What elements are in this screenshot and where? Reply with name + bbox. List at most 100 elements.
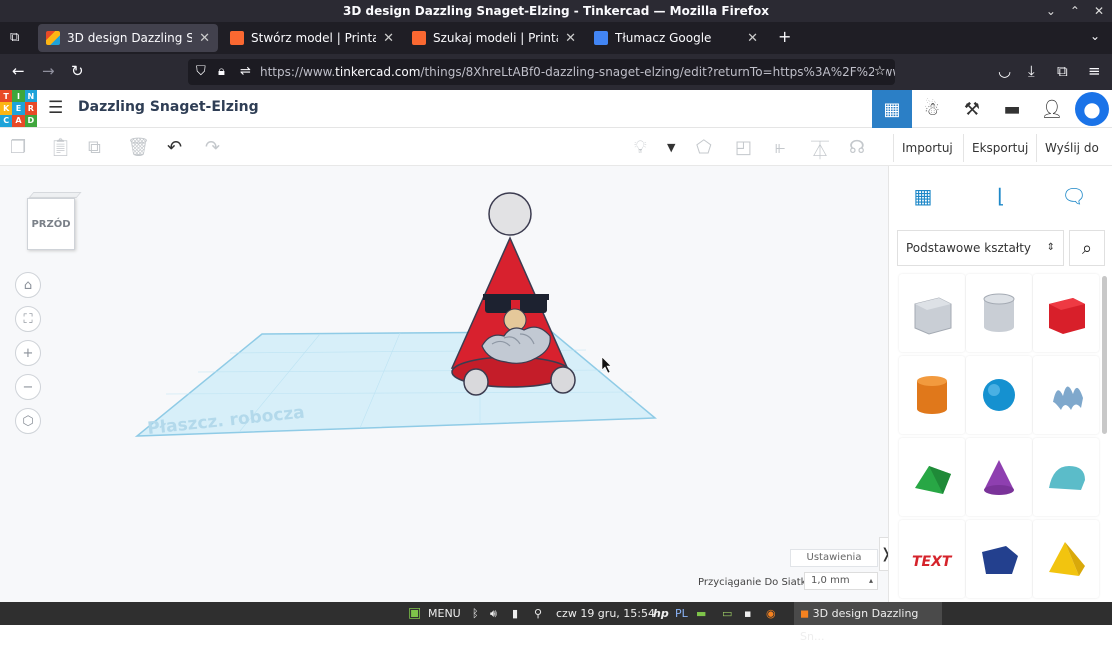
bookmark-star-icon[interactable]: ☆ bbox=[874, 59, 886, 85]
avatar[interactable]: ● bbox=[1072, 90, 1112, 128]
tab-printables-create[interactable]: Stwórz model | Printables.com ✕ bbox=[222, 24, 402, 52]
shape-round-roof[interactable] bbox=[1033, 438, 1099, 516]
window-titlebar: 3D design Dazzling Snaget-Elzing - Tinke… bbox=[0, 0, 1112, 22]
forward-icon[interactable]: → bbox=[42, 62, 55, 80]
shape-scribble[interactable] bbox=[1033, 356, 1099, 434]
terminal-icon[interactable]: ▪ bbox=[744, 602, 751, 625]
pocket-icon[interactable]: ◡ bbox=[998, 62, 1011, 80]
bricks-button[interactable]: ▬ bbox=[992, 90, 1032, 128]
left-leg-shape[interactable] bbox=[463, 368, 489, 396]
tab-tinkercad[interactable]: 3D design Dazzling Snaget-Elzing - Tinke… bbox=[38, 24, 218, 52]
codeblocks-button[interactable]: ☃ bbox=[912, 90, 952, 128]
tab-overview-icon[interactable]: ⧉ bbox=[10, 30, 19, 45]
ruler-tool-button[interactable]: ⌊ bbox=[981, 178, 1021, 214]
taskbar-clock[interactable]: czw 19 gru, 15:54 bbox=[556, 602, 655, 625]
navigation-bar: ← → ↻ ⛉ 🔒︎ ⇌ https://www.tinkercad.com/t… bbox=[0, 54, 1112, 90]
tools-button[interactable]: ⚒ bbox=[952, 90, 992, 128]
shape-cylinder-hole[interactable] bbox=[966, 274, 1032, 352]
3d-workplane[interactable]: PRZÓD ⌂ ⛶ + − ⬡ Płaszcz. robocza Ustawie… bbox=[0, 166, 893, 602]
app-menu-icon[interactable]: ≡ bbox=[1088, 62, 1101, 80]
tab-close-icon[interactable]: ✕ bbox=[565, 31, 576, 46]
sphere-shape[interactable] bbox=[488, 192, 532, 236]
tinkercad-logo[interactable]: T I N K E R C A D bbox=[0, 90, 37, 127]
logo-letter: D bbox=[24, 114, 37, 127]
tab-printables-search[interactable]: Szukaj modeli | Printables.com ✕ bbox=[404, 24, 584, 52]
hp-icon[interactable]: hp bbox=[653, 602, 669, 625]
tab-label: 3D design Dazzling Snaget-Elzing - Tinke… bbox=[67, 31, 193, 45]
group-icon[interactable]: ⬠ bbox=[696, 137, 712, 158]
shape-text[interactable]: TEXT bbox=[899, 520, 965, 598]
panel-scrollbar[interactable] bbox=[1102, 276, 1107, 434]
logo-letter: E bbox=[12, 102, 25, 115]
duplicate-icon[interactable]: ⧉ bbox=[88, 137, 101, 158]
export-button[interactable]: Eksportuj bbox=[963, 134, 1036, 162]
location-icon[interactable]: ⚲ bbox=[534, 602, 542, 625]
shape-roof[interactable] bbox=[899, 438, 965, 516]
tab-google-translate[interactable]: Tłumacz Google ✕ bbox=[586, 24, 766, 52]
new-tab-button[interactable]: + bbox=[778, 27, 791, 46]
firefox-launcher-icon[interactable]: ◉ bbox=[766, 602, 776, 625]
keyboard-layout[interactable]: PL bbox=[675, 602, 688, 625]
permissions-icon[interactable]: ⇌ bbox=[240, 59, 251, 85]
3d-view-button[interactable]: ▦ bbox=[872, 90, 912, 128]
shape-box[interactable] bbox=[1033, 274, 1099, 352]
paste-icon[interactable]: 📋︎ bbox=[49, 137, 72, 158]
shape-box-hole[interactable] bbox=[899, 274, 965, 352]
menu-button[interactable]: MENU bbox=[428, 602, 461, 625]
send-to-button[interactable]: Wyślij do bbox=[1036, 134, 1107, 162]
design-list-icon[interactable]: ☰ bbox=[48, 98, 63, 118]
align-icon[interactable]: ⫦ bbox=[775, 137, 785, 158]
undo-icon[interactable]: ↶ bbox=[167, 137, 182, 158]
edit-toolbar: ❐ 📋︎ ⧉ 🗑︎ ↶ ↷ 💡︎ ▼ ⬠ ◰ ⫦ ⏄ ☊ Importuj Ek… bbox=[0, 128, 1112, 166]
bluetooth-icon[interactable]: ᛒ bbox=[472, 602, 479, 625]
ungroup-icon[interactable]: ◰ bbox=[735, 137, 752, 158]
downloads-icon[interactable]: ⤓ bbox=[1028, 62, 1035, 80]
minimize-icon[interactable]: ⌄ bbox=[1046, 0, 1056, 22]
settings-button[interactable]: Ustawienia bbox=[790, 549, 878, 567]
extensions-icon[interactable]: ⧉ bbox=[1057, 62, 1068, 80]
add-user-button[interactable]: 👤︎ bbox=[1032, 90, 1072, 128]
url-bar[interactable]: ⛉ 🔒︎ ⇌ https://www.tinkercad.com/things/… bbox=[188, 59, 895, 85]
shape-polygon[interactable] bbox=[966, 520, 1032, 598]
tab-close-icon[interactable]: ✕ bbox=[747, 31, 758, 46]
snap-grid-select[interactable]: 1,0 mm ▴ bbox=[804, 572, 878, 590]
ruler-icon: ⌊ bbox=[997, 184, 1005, 208]
files-icon[interactable]: ▭ bbox=[722, 602, 732, 625]
shape-cone[interactable] bbox=[966, 438, 1032, 516]
lightbulb-icon[interactable]: 💡︎ bbox=[634, 137, 647, 158]
workspace-icon[interactable]: ▬ bbox=[696, 602, 706, 625]
battery-icon[interactable]: ▮ bbox=[512, 602, 518, 625]
cruise-icon[interactable]: ☊ bbox=[849, 137, 865, 158]
shield-icon[interactable]: ⛉ bbox=[196, 59, 206, 85]
shape-pyramid[interactable] bbox=[1033, 520, 1099, 598]
tab-close-icon[interactable]: ✕ bbox=[199, 31, 210, 46]
close-window-icon[interactable]: ✕ bbox=[1094, 0, 1104, 22]
shape-sphere[interactable] bbox=[966, 356, 1032, 434]
volume-icon[interactable]: 🔊︎ bbox=[490, 602, 497, 625]
restore-icon[interactable]: ⌃ bbox=[1070, 0, 1080, 22]
shape-cylinder[interactable] bbox=[899, 356, 965, 434]
shape-category-select[interactable]: Podstawowe kształty ⇕ bbox=[897, 230, 1064, 266]
logo-letter: C bbox=[0, 114, 13, 127]
chevron-down-icon[interactable]: ▼ bbox=[667, 141, 675, 154]
shape-search-button[interactable]: ⌕ bbox=[1069, 230, 1105, 266]
notes-tool-button[interactable]: 🗨︎ bbox=[1054, 178, 1094, 214]
tab-bar: ⧉ 3D design Dazzling Snaget-Elzing - Tin… bbox=[0, 22, 1112, 54]
tab-close-icon[interactable]: ✕ bbox=[383, 31, 394, 46]
right-leg-shape[interactable] bbox=[550, 366, 576, 394]
mint-menu-icon[interactable]: ▣ bbox=[408, 602, 421, 625]
design-title[interactable]: Dazzling Snaget-Elzing bbox=[78, 99, 259, 115]
copy-icon[interactable]: ❐ bbox=[10, 137, 26, 158]
mirror-icon[interactable]: ⏄ bbox=[811, 137, 829, 163]
workplane-tool-button[interactable]: ▦ bbox=[903, 178, 943, 214]
redo-icon[interactable]: ↷ bbox=[205, 137, 220, 158]
reload-icon[interactable]: ↻ bbox=[71, 62, 84, 80]
back-icon[interactable]: ← bbox=[12, 62, 25, 80]
delete-icon[interactable]: 🗑︎ bbox=[127, 137, 150, 158]
import-button[interactable]: Importuj bbox=[893, 134, 961, 162]
brick-icon: ▬ bbox=[1003, 98, 1021, 120]
taskbar-window-firefox[interactable]: ◼ 3D design Dazzling Sn... bbox=[794, 602, 942, 643]
taskbar-window-label: 3D design Dazzling Sn... bbox=[800, 607, 919, 643]
lock-icon[interactable]: 🔒︎ bbox=[218, 59, 225, 85]
tab-list-icon[interactable]: ⌄ bbox=[1090, 29, 1100, 43]
